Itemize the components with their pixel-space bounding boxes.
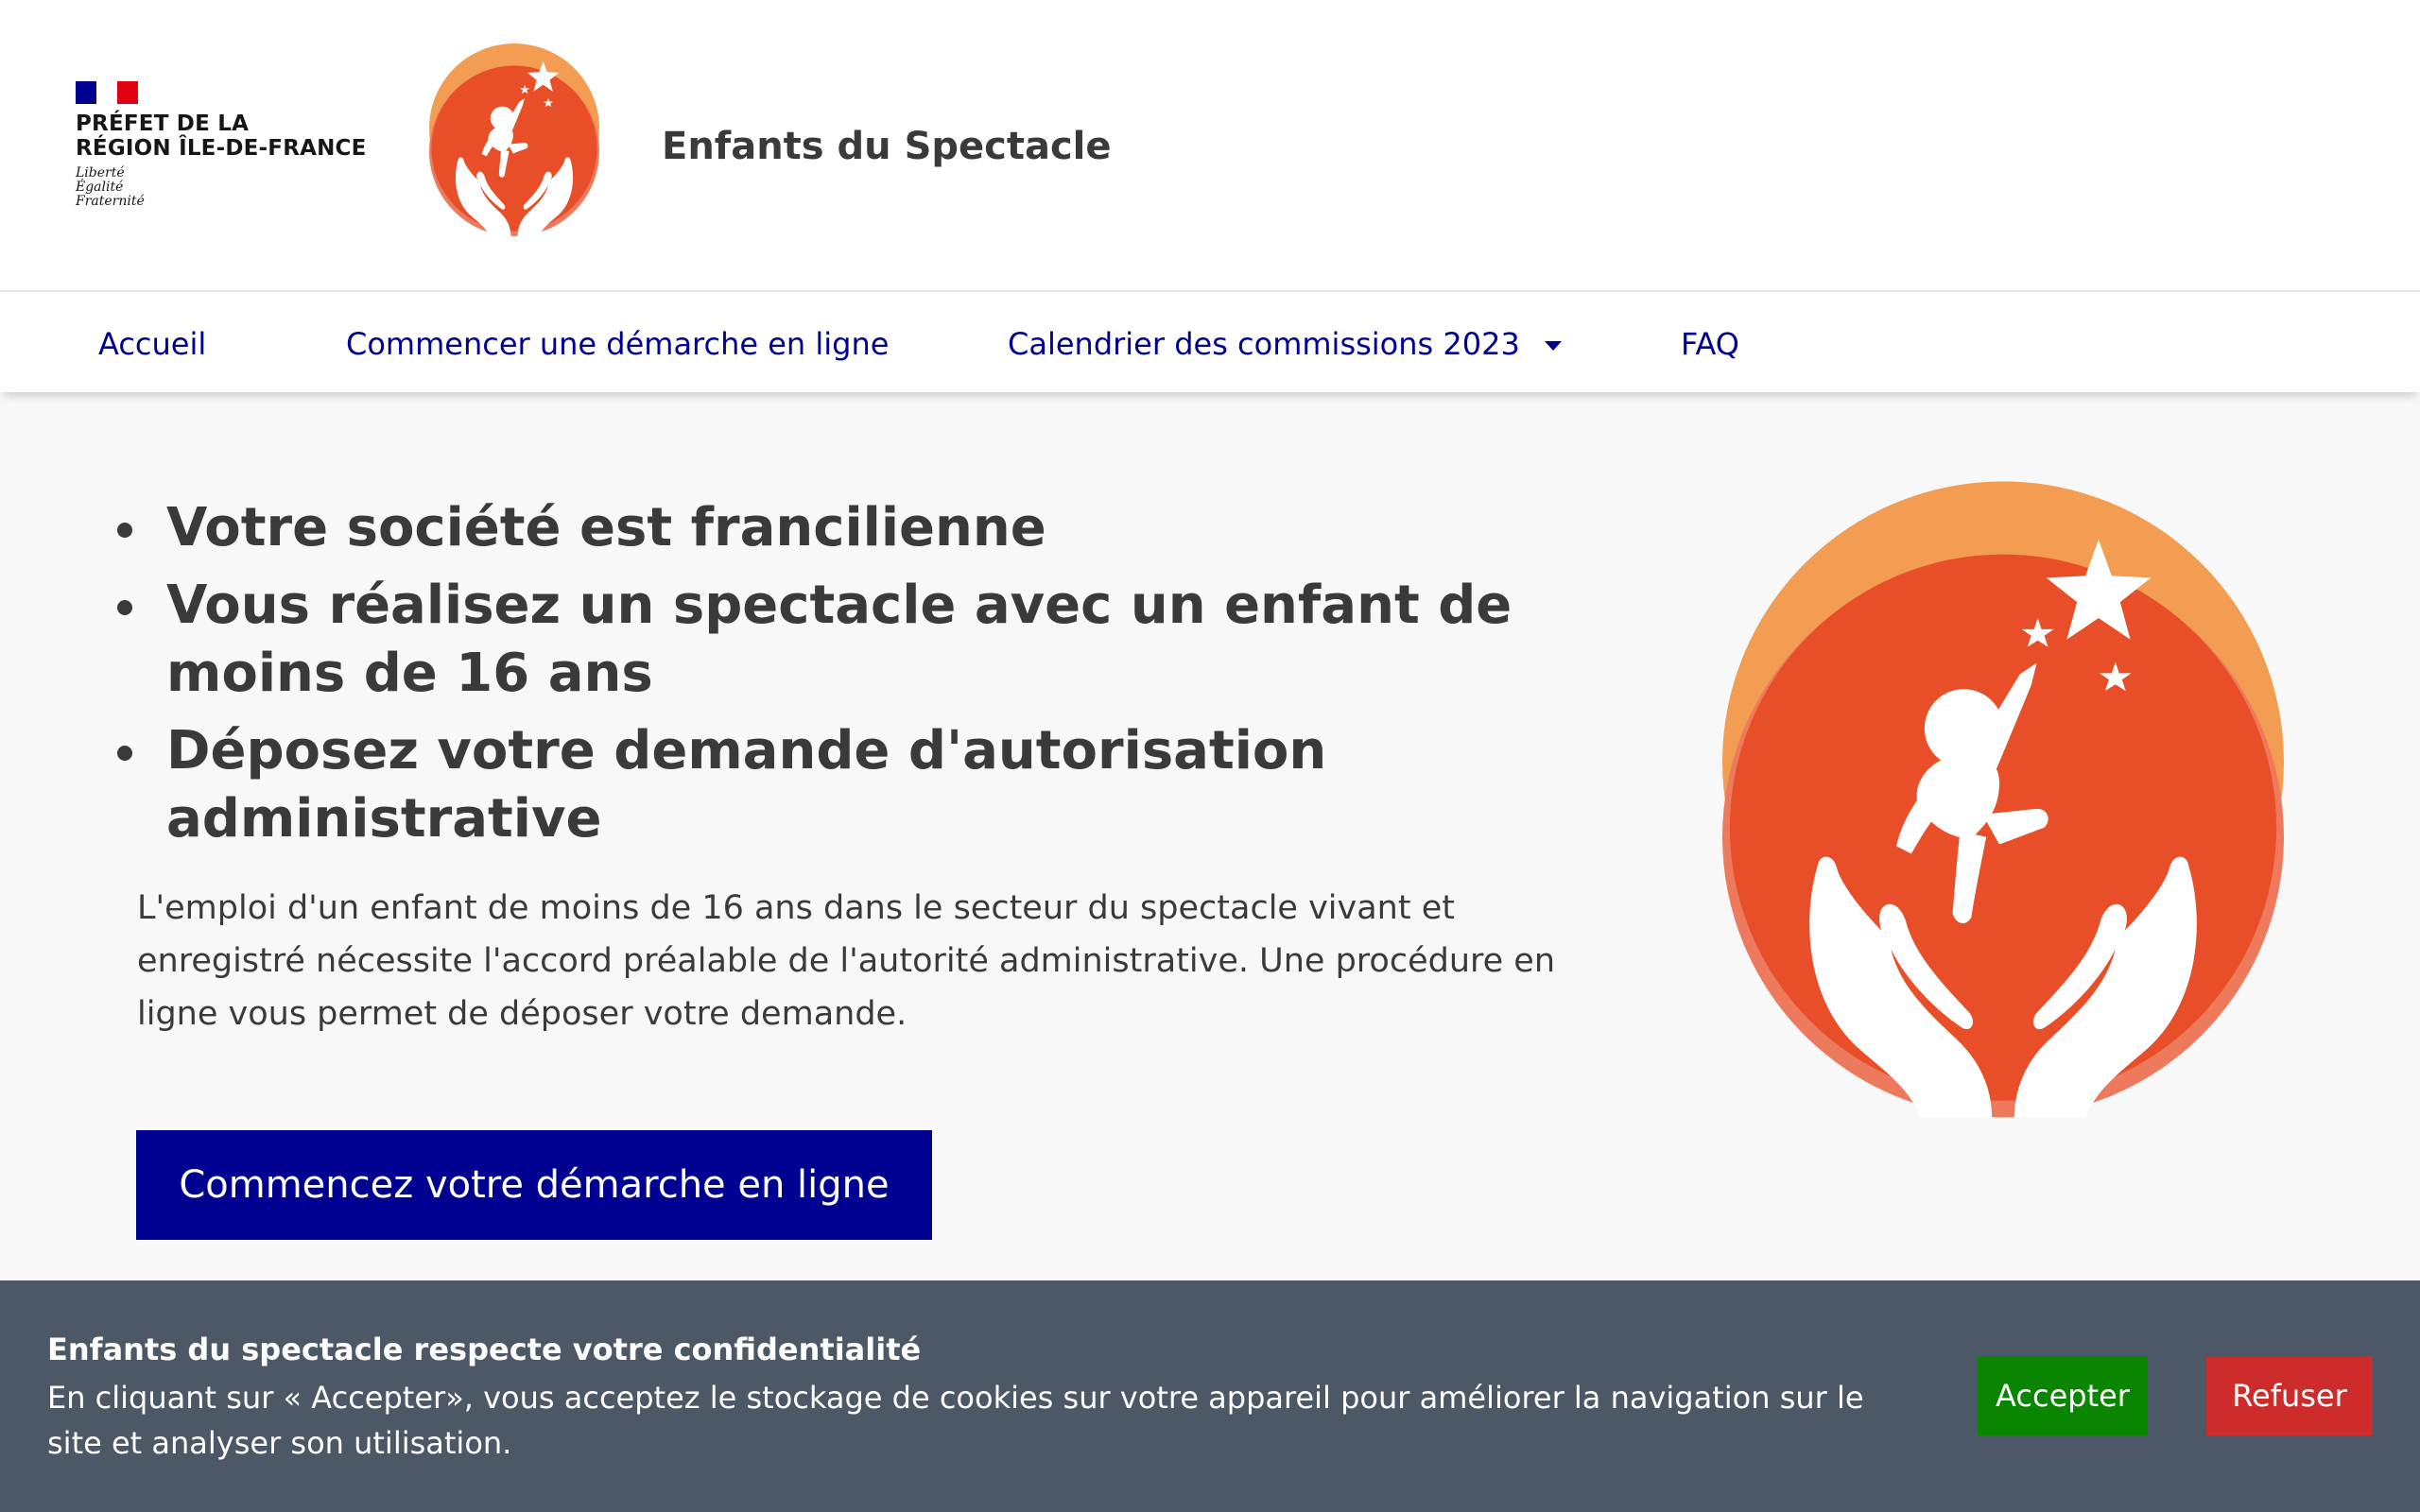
nav-item-accueil[interactable]: Accueil bbox=[98, 326, 206, 362]
cookie-banner-title: Enfants du spectacle respecte votre conf… bbox=[47, 1332, 922, 1367]
hero-intro-text: L'emploi d'un enfant de moins de 16 ans … bbox=[137, 889, 1556, 1033]
refuse-cookies-button[interactable]: Refuser bbox=[2206, 1356, 2373, 1435]
nav-item-calendrier-label: Calendrier des commissions 2023 bbox=[1008, 326, 1520, 362]
start-procedure-button[interactable]: Commencez votre démarche en ligne bbox=[136, 1130, 932, 1240]
hero-bullet: Déposez votre demande d'autorisation adm… bbox=[117, 717, 1679, 853]
hero-bullet: Vous réalisez un spectacle avec un enfan… bbox=[117, 572, 1679, 708]
site-header: PRÉFET DE LA RÉGION ÎLE-DE-FRANCE Libert… bbox=[0, 0, 2420, 290]
cookie-banner: Enfants du spectacle respecte votre conf… bbox=[0, 1280, 2420, 1512]
cookie-banner-text: En cliquant sur « Accepter», vous accept… bbox=[47, 1380, 1864, 1461]
hero-logo-illustration-icon bbox=[1722, 481, 2284, 1118]
french-flag-icon bbox=[76, 81, 138, 104]
accept-cookies-button[interactable]: Accepter bbox=[1978, 1356, 2148, 1435]
prefecture-name: PRÉFET DE LA RÉGION ÎLE-DE-FRANCE bbox=[76, 112, 367, 161]
prefecture-block[interactable]: PRÉFET DE LA RÉGION ÎLE-DE-FRANCE Libert… bbox=[76, 81, 367, 209]
caret-down-icon bbox=[1544, 341, 1562, 351]
republic-motto: Liberté Égalité Fraternité bbox=[76, 165, 145, 209]
nav-item-commencer-demarche[interactable]: Commencer une démarche en ligne bbox=[346, 326, 889, 362]
main-navigation: Accueil Commencer une démarche en ligne … bbox=[0, 290, 2420, 392]
hero-bullet-list: Votre société est francilienne Vous réal… bbox=[104, 494, 1679, 863]
hero-section: Votre société est francilienne Vous réal… bbox=[0, 390, 2420, 1280]
hero-bullet: Votre société est francilienne bbox=[117, 494, 1679, 562]
site-title[interactable]: Enfants du Spectacle bbox=[662, 125, 1112, 168]
nav-item-calendrier[interactable]: Calendrier des commissions 2023 bbox=[1008, 326, 1562, 362]
enfants-du-spectacle-logo-icon[interactable] bbox=[427, 43, 601, 236]
nav-item-faq[interactable]: FAQ bbox=[1681, 326, 1739, 362]
